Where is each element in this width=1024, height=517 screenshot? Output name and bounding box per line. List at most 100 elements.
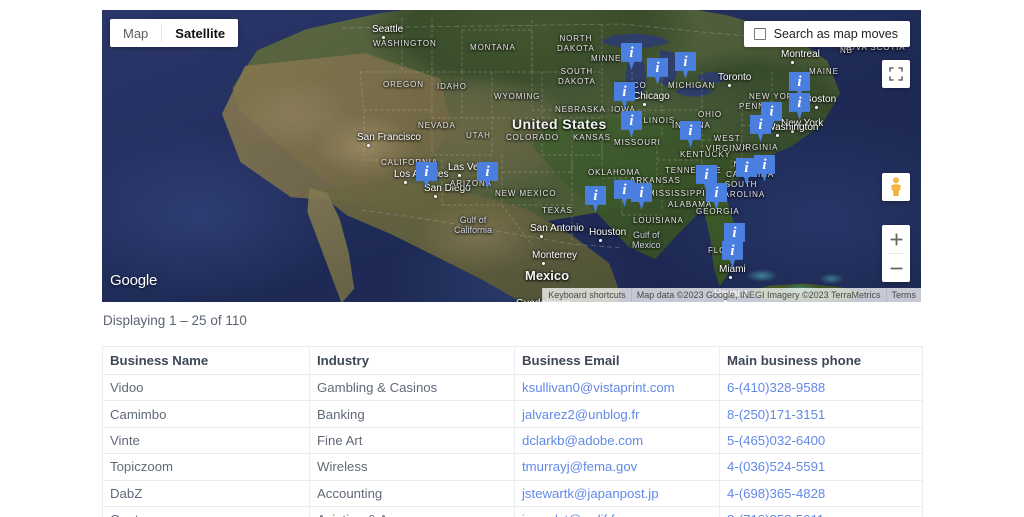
cell-business-email[interactable]: jstewartk@japanpost.jp: [514, 479, 720, 507]
map-marker-info-pin[interactable]: i: [647, 58, 668, 85]
column-header-business-email[interactable]: Business Email: [514, 346, 720, 375]
city-dot: [599, 239, 602, 242]
cell-main-business-phone-link[interactable]: 4-(698)365-4828: [727, 486, 825, 501]
table-row[interactable]: DabZ Accounting jstewartk@japanpost.jp 4-(6…: [102, 479, 923, 507]
map-marker-info-pin[interactable]: i: [614, 82, 635, 109]
cell-industry: Wireless: [309, 453, 515, 481]
cell-main-business-phone[interactable]: 5-(465)032-6400: [719, 426, 923, 455]
info-icon: i: [744, 160, 749, 176]
map-marker-info-pin[interactable]: i: [736, 158, 757, 185]
map-marker-info-pin[interactable]: i: [621, 43, 642, 70]
map-marker-info-pin[interactable]: i: [477, 162, 498, 189]
cell-industry: Aviation & Ae: [309, 505, 515, 517]
info-icon: i: [629, 113, 634, 129]
cell-business-email-link[interactable]: jstewartk@japanpost.jp: [522, 486, 659, 501]
column-header-main-business-phone[interactable]: Main business phone: [719, 346, 923, 375]
cell-main-business-phone-link[interactable]: 5-(465)032-6400: [727, 433, 825, 448]
map-canvas[interactable]: United States Mexico Seattle San Francisco L…: [102, 10, 921, 302]
cell-business-name: Quatz: [102, 505, 310, 517]
info-icon: i: [424, 164, 429, 180]
zoom-in-button[interactable]: [882, 225, 910, 253]
info-icon: i: [688, 123, 693, 139]
map-type-control[interactable]: Map Satellite: [110, 19, 239, 47]
info-icon: i: [732, 225, 737, 241]
cell-business-email[interactable]: tmurrayj@fema.gov: [514, 453, 720, 481]
plus-icon: [890, 233, 902, 245]
minus-icon: [890, 267, 902, 269]
cell-main-business-phone-link[interactable]: 6-(410)328-9588: [727, 380, 825, 395]
cell-main-business-phone-link[interactable]: 8-(718)858-5011: [727, 512, 824, 517]
cell-main-business-phone[interactable]: 4-(036)524-5591: [719, 453, 923, 481]
cell-industry: Accounting: [309, 479, 515, 507]
cell-business-email-link[interactable]: jmorelst@redif.fr: [522, 512, 619, 517]
zoom-out-button[interactable]: [882, 254, 910, 282]
map-marker-info-pin[interactable]: i: [416, 162, 437, 189]
cell-main-business-phone[interactable]: 8-(718)858-5011: [719, 505, 923, 517]
city-dot: [791, 61, 794, 64]
column-header-business-name[interactable]: Business Name: [102, 346, 310, 375]
city-dot: [643, 103, 646, 106]
table-row[interactable]: Camimbo Banking jalvarez2@unblog.fr 8-(250)…: [102, 400, 923, 428]
info-icon: i: [622, 84, 627, 100]
map-marker-info-pin[interactable]: i: [754, 155, 775, 182]
cell-business-email-link[interactable]: ksullivan0@vistaprint.com: [522, 380, 675, 395]
fullscreen-button[interactable]: [882, 60, 910, 88]
cell-main-business-phone[interactable]: 6-(410)328-9588: [719, 373, 923, 402]
search-as-map-moves-control[interactable]: Search as map moves: [743, 21, 910, 47]
cell-business-email-link[interactable]: tmurrayj@fema.gov: [522, 459, 637, 474]
map-type-satellite-button[interactable]: Satellite: [162, 19, 239, 47]
cell-main-business-phone[interactable]: 4-(698)365-4828: [719, 479, 923, 507]
city-dot: [728, 84, 731, 87]
map-marker-info-pin[interactable]: i: [750, 115, 771, 142]
cell-business-email-link[interactable]: dclarkb@adobe.com: [522, 433, 643, 448]
city-dot: [542, 262, 545, 265]
map-marker-info-pin[interactable]: i: [789, 93, 810, 120]
cell-business-email[interactable]: jalvarez2@unblog.fr: [514, 400, 720, 428]
table-row[interactable]: Vinte Fine Art dclarkb@adobe.com 5-(465)032…: [102, 426, 923, 455]
search-as-map-moves-label: Search as map moves: [773, 27, 898, 41]
cell-business-email[interactable]: ksullivan0@vistaprint.com: [514, 373, 720, 402]
city-dot: [434, 195, 437, 198]
street-view-pegman-icon: [891, 177, 901, 196]
city-dot: [815, 106, 818, 109]
map-marker-info-pin[interactable]: i: [621, 111, 642, 138]
info-icon: i: [730, 243, 735, 259]
cell-main-business-phone[interactable]: 8-(250)171-3151: [719, 400, 923, 428]
map-marker-info-pin[interactable]: i: [722, 241, 743, 268]
cell-business-email-link[interactable]: jalvarez2@unblog.fr: [522, 407, 639, 422]
city-dot: [776, 134, 779, 137]
map-marker-info-pin[interactable]: i: [675, 52, 696, 79]
cell-business-name: Topiczoom: [102, 453, 310, 481]
table-row[interactable]: Topiczoom Wireless tmurrayj@fema.gov 4-(036…: [102, 453, 923, 481]
map-type-map-button[interactable]: Map: [110, 19, 162, 47]
cell-business-email[interactable]: dclarkb@adobe.com: [514, 426, 720, 455]
column-header-industry[interactable]: Industry: [309, 346, 515, 375]
table-row[interactable]: QuatzAviation & Ae jmorelst@redif.fr 8-(71…: [102, 505, 923, 517]
cell-main-business-phone-link[interactable]: 4-(036)524-5591: [727, 459, 825, 474]
state-border-lines: [341, 18, 863, 249]
city-dot: [724, 300, 727, 302]
info-icon: i: [593, 188, 598, 204]
info-icon: i: [485, 164, 490, 180]
street-view-pegman-button[interactable]: [882, 173, 910, 201]
map-marker-info-pin[interactable]: i: [706, 183, 727, 210]
map-marker-info-pin[interactable]: i: [585, 186, 606, 213]
map-container[interactable]: United States Mexico Seattle San Francisco L…: [102, 10, 921, 302]
info-icon: i: [683, 54, 688, 70]
cell-main-business-phone-link[interactable]: 8-(250)171-3151: [727, 407, 825, 422]
zoom-control[interactable]: [882, 225, 910, 282]
search-as-map-moves-checkbox[interactable]: [753, 28, 766, 40]
map-marker-info-pin[interactable]: i: [631, 183, 652, 210]
info-icon: i: [655, 60, 660, 76]
cell-business-name: Camimbo: [102, 400, 310, 428]
info-icon: i: [762, 157, 767, 173]
fullscreen-icon: [889, 67, 903, 81]
info-icon: i: [629, 45, 634, 61]
table-header-row: Business Name Industry Business Email Ma…: [102, 346, 923, 375]
map-marker-info-pin[interactable]: i: [680, 121, 701, 148]
table-row[interactable]: Vidoo Gambling & Casinos ksullivan0@vistap…: [102, 373, 923, 402]
cell-industry: Gambling & Casinos: [309, 373, 515, 402]
cell-business-email[interactable]: jmorelst@redif.fr: [514, 505, 720, 517]
city-dot: [791, 130, 794, 133]
city-dot: [540, 235, 543, 238]
